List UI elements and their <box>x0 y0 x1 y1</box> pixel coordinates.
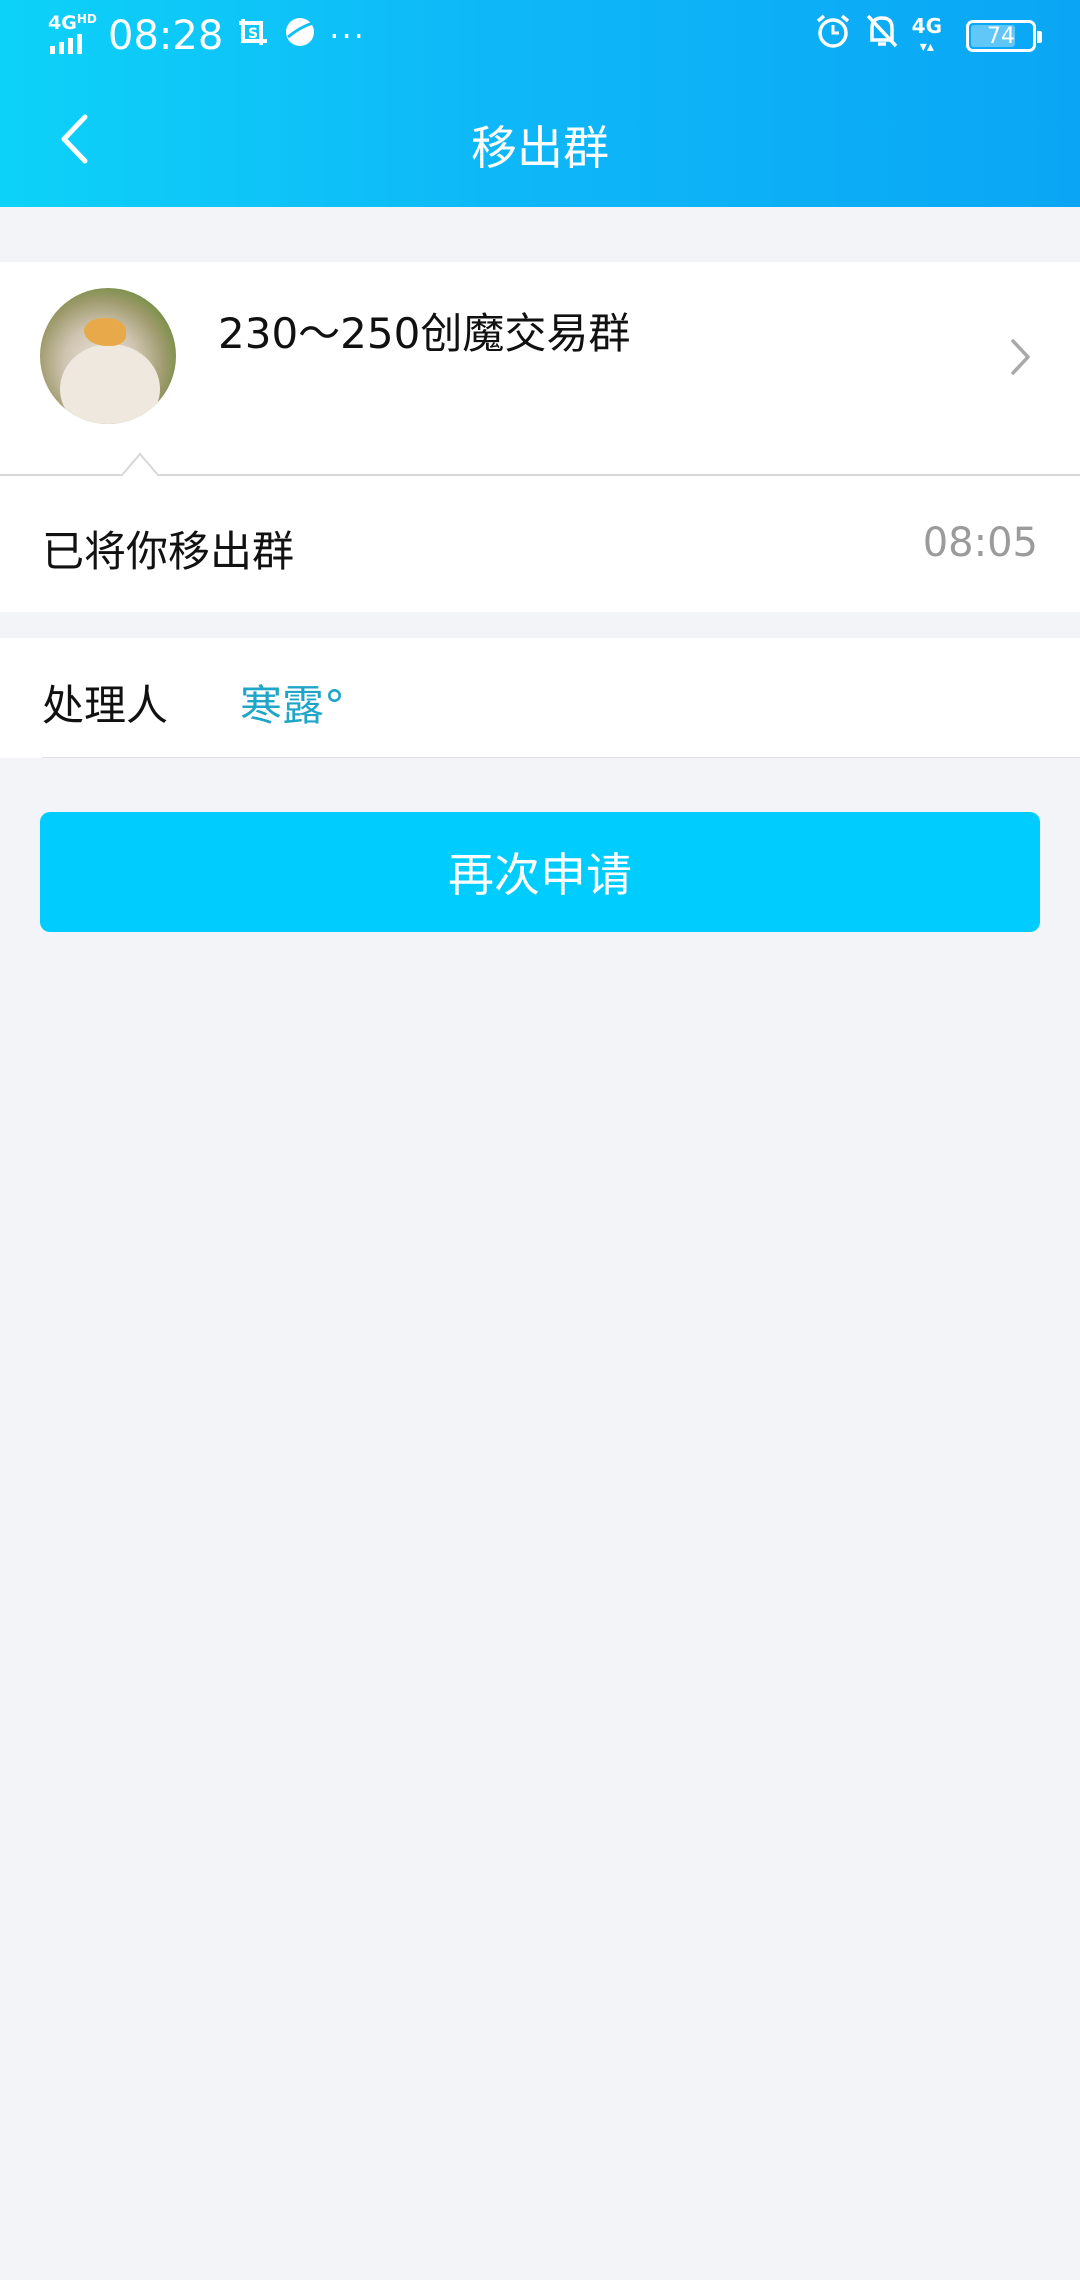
removal-message: 已将你移出群 <box>42 527 295 576</box>
network-hd-label: HD <box>76 12 97 26</box>
browser-icon <box>283 13 317 59</box>
message-time: 08:05 <box>922 520 1038 566</box>
top-header: 4GHD 08:28 S ··· 4G ▾▴ 74 移出群 <box>0 0 1080 207</box>
status-bar-left: 4GHD 08:28 S ··· <box>48 12 366 59</box>
handler-name-link[interactable]: 寒露° <box>240 672 345 733</box>
network-right-label: 4G <box>911 13 942 38</box>
chevron-right-icon[interactable] <box>1010 338 1032 380</box>
group-name[interactable]: 230～250创魔交易群 <box>218 300 630 361</box>
signal-4g-hd-icon: 4GHD <box>48 12 98 56</box>
status-bar-right: 4G ▾▴ 74 <box>814 12 1042 60</box>
group-avatar[interactable] <box>40 288 176 424</box>
section-divider <box>0 474 1080 476</box>
more-dots-icon: ··· <box>329 17 366 55</box>
status-bar: 4GHD 08:28 S ··· 4G ▾▴ 74 <box>0 0 1080 72</box>
handler-label: 处理人 <box>42 681 169 730</box>
pointer-notch <box>122 452 158 476</box>
screenshot-icon: S <box>237 13 271 59</box>
status-time: 08:28 <box>108 13 224 59</box>
network-type-label: 4G <box>48 12 77 34</box>
svg-text:S: S <box>248 26 258 42</box>
alarm-icon <box>814 12 852 60</box>
signal-4g-icon: 4G ▾▴ <box>911 13 942 55</box>
reapply-button[interactable]: 再次申请 <box>40 812 1040 932</box>
battery-icon: 74 <box>966 20 1042 52</box>
page-title: 移出群 <box>471 121 609 175</box>
silent-bell-icon <box>864 12 900 60</box>
battery-level-text: 74 <box>987 23 1015 49</box>
handler-divider <box>42 757 1080 758</box>
